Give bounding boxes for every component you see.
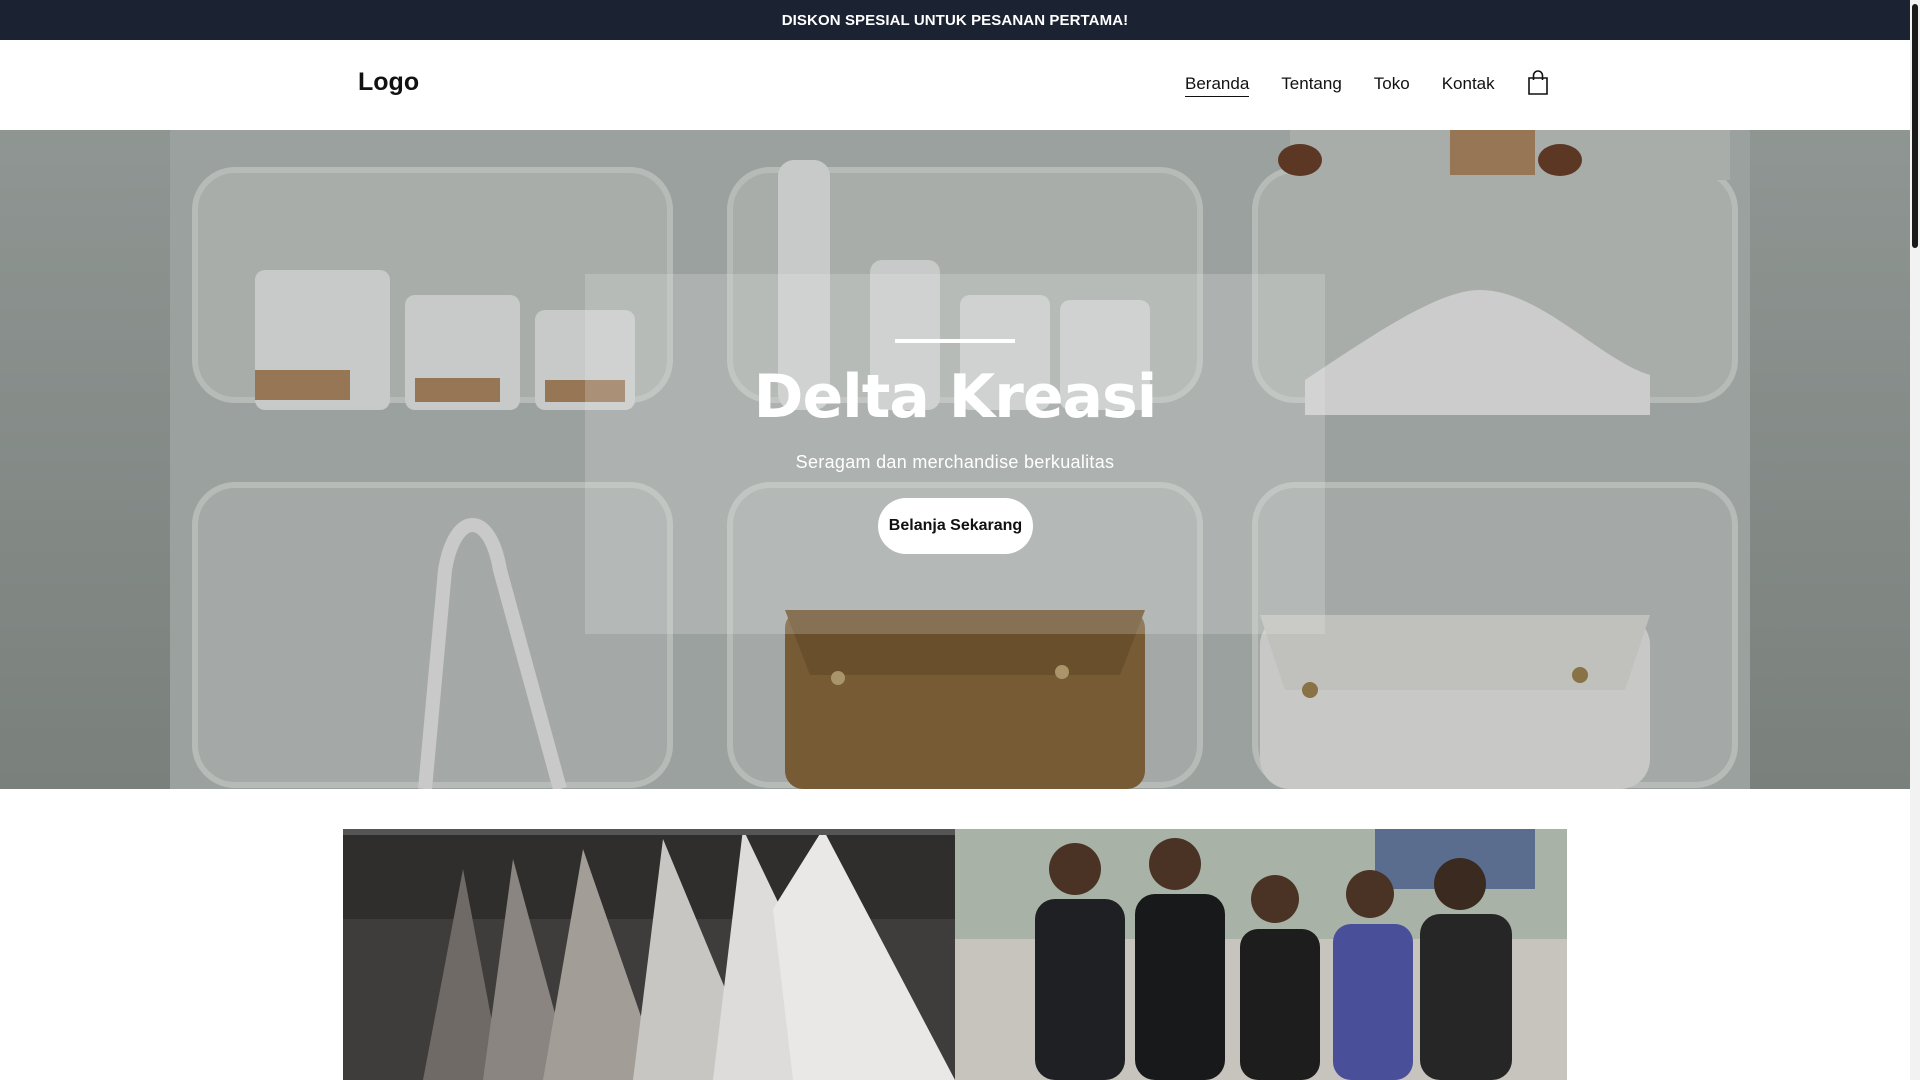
nav-item-toko[interactable]: Toko bbox=[1374, 74, 1410, 97]
nav-item-beranda[interactable]: Beranda bbox=[1185, 74, 1250, 97]
hero-title: Delta Kreasi bbox=[753, 362, 1158, 432]
clothing-rack-illustration bbox=[343, 829, 955, 1080]
site-header: Logo Beranda Tentang Toko Kontak bbox=[0, 40, 1910, 130]
hero-divider bbox=[895, 339, 1015, 343]
hero-section: Delta Kreasi Seragam dan merchandise ber… bbox=[0, 130, 1910, 789]
scrollbar-thumb[interactable] bbox=[1912, 4, 1918, 248]
logo[interactable]: Logo bbox=[358, 68, 419, 97]
nav-item-tentang[interactable]: Tentang bbox=[1281, 74, 1342, 97]
shopping-bag-icon[interactable] bbox=[1527, 70, 1549, 96]
nav-item-kontak[interactable]: Kontak bbox=[1442, 74, 1495, 97]
announcement-bar: DISKON SPESIAL UNTUK PESANAN PERTAMA! bbox=[0, 0, 1910, 40]
hero-subtitle: Seragam dan merchandise berkualitas bbox=[795, 452, 1115, 472]
shop-now-button[interactable]: Belanja Sekarang bbox=[878, 498, 1033, 554]
team-photo-illustration bbox=[955, 829, 1567, 1080]
clothing-rack-image[interactable] bbox=[343, 829, 955, 1080]
main-nav: Beranda Tentang Toko Kontak bbox=[1185, 74, 1527, 97]
team-photo-image[interactable] bbox=[955, 829, 1567, 1080]
page: DISKON SPESIAL UNTUK PESANAN PERTAMA! Lo… bbox=[0, 0, 1920, 1080]
shopping-bag-icon-svg bbox=[1528, 70, 1548, 95]
announcement-text: DISKON SPESIAL UNTUK PESANAN PERTAMA! bbox=[781, 11, 1129, 29]
